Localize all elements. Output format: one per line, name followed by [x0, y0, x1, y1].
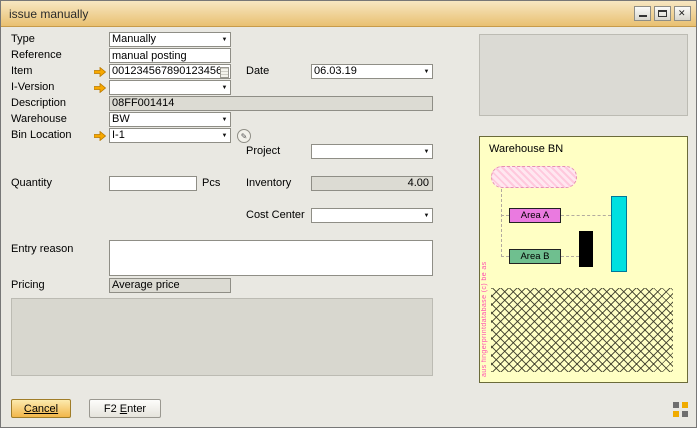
description-label: Description	[11, 96, 66, 111]
cost-center-label: Cost Center	[246, 208, 305, 223]
pricing-label: Pricing	[11, 278, 45, 293]
iversion-label: I-Version	[11, 80, 54, 95]
type-label: Type	[11, 32, 35, 47]
map-area-b: Area B	[509, 249, 561, 264]
pricing-field: Average price	[109, 278, 231, 293]
cyan-rack	[611, 196, 627, 272]
close-button[interactable]	[674, 6, 691, 21]
map-connector-line	[501, 215, 509, 216]
cancel-button-label: Cancel	[24, 403, 58, 415]
f2-enter-button[interactable]: F2 Enter	[89, 399, 161, 418]
project-select[interactable]	[311, 144, 433, 159]
maximize-button[interactable]	[654, 6, 671, 21]
chevron-down-icon[interactable]	[219, 80, 230, 95]
black-rack	[579, 231, 593, 267]
right-group-box	[479, 34, 688, 116]
iversion-link-arrow-icon[interactable]	[94, 83, 106, 93]
chevron-down-icon[interactable]	[421, 64, 432, 79]
resize-grip-icon[interactable]	[673, 402, 688, 417]
bin-location-label: Bin Location	[11, 128, 72, 143]
chevron-down-icon[interactable]	[219, 32, 230, 47]
inventory-field: 4.00	[311, 176, 433, 191]
iversion-select[interactable]	[109, 80, 231, 95]
entry-reason-input[interactable]	[109, 240, 433, 276]
cost-center-select[interactable]	[311, 208, 433, 223]
enter-button-prefix: F2	[104, 403, 120, 415]
quantity-label: Quantity	[11, 176, 52, 191]
map-connector-line	[501, 256, 509, 257]
pink-zone	[491, 166, 577, 188]
map-title: Warehouse BN	[489, 143, 563, 155]
issue-manually-window: issue manually Type Manually Reference I…	[0, 0, 697, 428]
window-title: issue manually	[1, 7, 88, 21]
detail-grid-panel	[11, 298, 433, 376]
chevron-down-icon[interactable]	[219, 112, 230, 127]
overflow-indicator-icon	[220, 67, 229, 78]
type-value: Manually	[110, 33, 219, 46]
reference-input[interactable]	[109, 48, 231, 63]
crosshatch-zone	[491, 288, 673, 372]
warehouse-value: BW	[110, 113, 219, 126]
reference-label: Reference	[11, 48, 62, 63]
maximize-icon	[658, 10, 667, 17]
description-field: 08FF001414	[109, 96, 433, 111]
cancel-button[interactable]: Cancel	[11, 399, 71, 418]
bin-location-select[interactable]: I-1	[109, 128, 231, 143]
project-label: Project	[246, 144, 280, 159]
chevron-down-icon[interactable]	[421, 208, 432, 223]
window-controls	[634, 6, 691, 21]
map-area-a: Area A	[509, 208, 561, 223]
item-label: Item	[11, 64, 32, 79]
chevron-down-icon[interactable]	[219, 128, 230, 143]
item-field[interactable]: 001234567890123456790	[109, 64, 231, 79]
bin-location-edit-icon[interactable]	[237, 129, 251, 143]
map-side-text: aus fingerprintdatabase (c) be as	[481, 219, 488, 377]
bin-location-link-arrow-icon[interactable]	[94, 131, 106, 141]
enter-button-rest: nter	[127, 403, 146, 415]
map-connector-line	[561, 256, 579, 257]
date-value: 06.03.19	[312, 65, 421, 78]
bin-location-value: I-1	[110, 129, 219, 142]
warehouse-label: Warehouse	[11, 112, 67, 127]
chevron-down-icon[interactable]	[421, 144, 432, 159]
quantity-input[interactable]	[109, 176, 197, 191]
type-select[interactable]: Manually	[109, 32, 231, 47]
map-connector-line	[561, 215, 611, 216]
minimize-button[interactable]	[634, 6, 651, 21]
item-value: 001234567890123456790	[110, 65, 220, 78]
warehouse-select[interactable]: BW	[109, 112, 231, 127]
quantity-unit-label: Pcs	[202, 176, 220, 191]
titlebar: issue manually	[1, 1, 696, 27]
inventory-label: Inventory	[246, 176, 291, 191]
minimize-icon	[639, 15, 647, 17]
map-connector-line	[501, 189, 502, 257]
entry-reason-label: Entry reason	[11, 242, 73, 257]
date-label: Date	[246, 64, 269, 79]
item-link-arrow-icon[interactable]	[94, 67, 106, 77]
date-select[interactable]: 06.03.19	[311, 64, 433, 79]
